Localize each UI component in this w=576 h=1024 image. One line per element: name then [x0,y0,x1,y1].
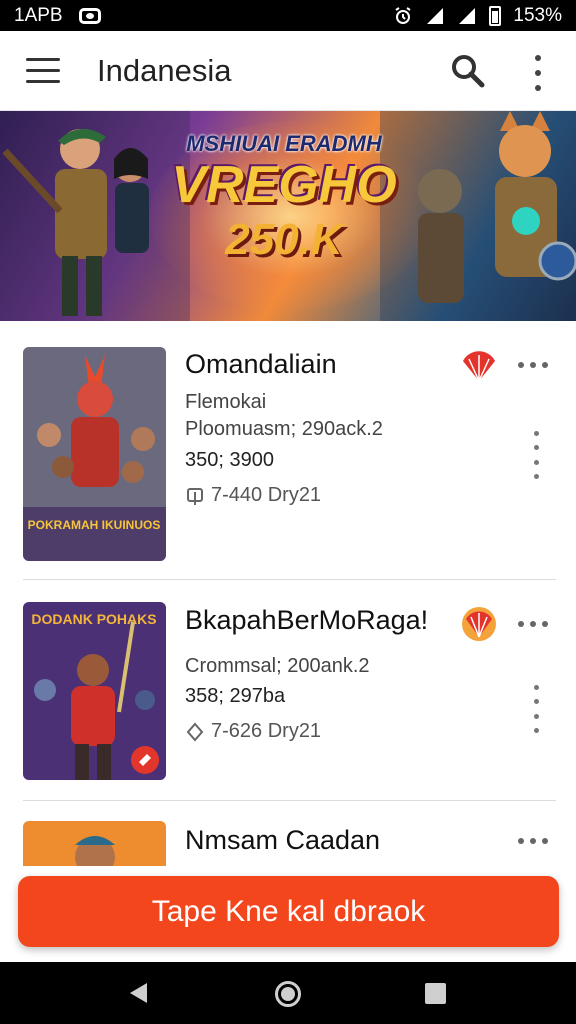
thumb-caption: POKRAMAH IKUINUOS [28,518,161,532]
item-more-button[interactable] [518,838,548,846]
page-title: Indanesia [97,53,232,88]
status-time: 1APB [14,4,63,26]
primary-action-button[interactable]: Tape Kne kal dbraok [18,876,559,947]
app-bar: Indanesia [0,31,576,111]
item-meta-text: 7-626 Dry21 [211,720,322,742]
item-options-button[interactable] [532,431,540,479]
battery-level: 153% [513,4,562,26]
fan-badge-icon [463,351,495,382]
back-icon[interactable] [129,982,149,1004]
thumb-caption: DODANK POHAKS [31,611,156,627]
overflow-menu-icon[interactable] [528,55,548,91]
item-price: 350; 3900 [185,449,274,471]
item-info: Ploomuasm; 290ack.2 [185,418,383,440]
search-icon[interactable] [450,53,486,89]
banner-creatures-illustration [380,111,576,321]
item-more-button[interactable] [518,362,548,370]
item-meta: 7-440 Dry21 [185,484,321,507]
menu-icon[interactable] [26,58,60,84]
item-more-button[interactable] [518,621,548,629]
location-icon [187,487,203,505]
game-thumbnail: POKRAMAH IKUINUOS [23,347,166,561]
promo-banner[interactable]: MSHIUAI ERADMH VREGHO 250.K [0,111,576,321]
item-name: BkapahBerMoRaga! [185,605,429,635]
recent-apps-icon[interactable] [425,983,446,1004]
cell-signal-icon [427,7,444,24]
status-bar: 1APB 153% [0,0,576,31]
alarm-icon [395,6,411,24]
wifi-signal-icon [459,7,476,24]
banner-amount: 250.K [225,215,343,264]
banner-title: VREGHO [171,156,397,214]
list-item[interactable]: POKRAMAH IKUINUOS Omandaliain Flemokai P… [0,321,576,579]
banner-heading: MSHIUAI ERADMH [186,131,382,156]
item-info: Crommsal; 200ank.2 [185,655,370,677]
item-options-button[interactable] [532,685,540,733]
item-meta-text: 7-440 Dry21 [211,484,322,506]
banner-heroes-illustration [0,111,190,321]
item-name: Nmsam Caadan [185,825,381,855]
item-price: 358; 297ba [185,685,286,707]
list-item[interactable]: DODANK POHAKS BkapahBerMoRaga! Crommsal;… [0,580,576,800]
system-nav-bar [0,962,576,1024]
list-item[interactable]: Nmsam Caadan [0,801,576,866]
game-thumbnail: DODANK POHAKS [23,602,166,780]
home-icon[interactable] [275,981,301,1007]
item-name: Omandaliain [185,349,337,379]
item-subtitle: Flemokai [185,391,267,413]
fan-badge-icon [462,607,496,641]
location-icon [186,721,204,742]
notification-icon [78,7,101,24]
item-meta: 7-626 Dry21 [185,720,321,743]
game-thumbnail [23,821,166,866]
battery-icon [489,5,502,26]
